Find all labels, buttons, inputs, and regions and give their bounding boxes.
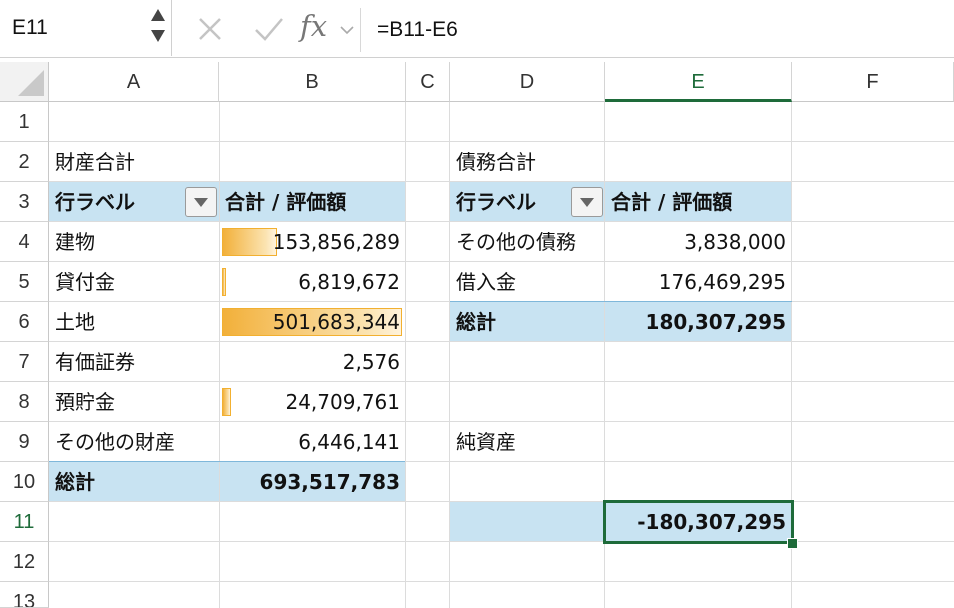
right-pivot-total-value[interactable]: 180,307,295 <box>605 302 792 342</box>
row-header-11[interactable]: 11 <box>0 502 49 542</box>
active-cell-selection[interactable] <box>603 500 794 544</box>
row-header-13[interactable]: 13 <box>0 582 49 608</box>
name-box-up-arrow-icon[interactable] <box>150 8 166 22</box>
chevron-down-icon[interactable] <box>340 25 354 35</box>
left-pivot-item-label[interactable]: その他の財産 <box>49 422 219 462</box>
column-header-c[interactable]: C <box>406 62 450 102</box>
filter-dropdown-icon <box>194 198 208 207</box>
left-pivot-item-value[interactable]: 6,446,141 <box>219 422 406 462</box>
column-header-d[interactable]: D <box>450 62 605 102</box>
select-all-triangle-icon <box>18 70 44 96</box>
row-header-2[interactable]: 2 <box>0 142 49 182</box>
left-pivot-value-header[interactable]: 合計 / 評価額 <box>219 182 406 222</box>
select-all-corner[interactable] <box>0 62 49 102</box>
column-header-e[interactable]: E <box>605 62 792 102</box>
gridline <box>49 541 954 542</box>
left-pivot-title[interactable]: 財産合計 <box>49 142 219 182</box>
right-pivot-item-label[interactable]: 借入金 <box>450 262 605 302</box>
right-pivot-total-label[interactable]: 総計 <box>450 302 605 342</box>
left-pivot-filter-button[interactable] <box>185 187 217 217</box>
right-pivot-item-value[interactable]: 176,469,295 <box>605 262 792 302</box>
filter-dropdown-icon <box>580 198 594 207</box>
left-pivot-item-label[interactable]: 有価証券 <box>49 342 219 382</box>
row-header-4[interactable]: 4 <box>0 222 49 262</box>
gridline <box>49 581 954 582</box>
row-header-5[interactable]: 5 <box>0 262 49 302</box>
formula-bar-divider <box>0 57 954 58</box>
left-pivot-item-label[interactable]: 土地 <box>49 302 219 342</box>
formula-text: =B11-E6 <box>377 18 458 41</box>
right-pivot-item-label[interactable]: その他の債務 <box>450 222 605 262</box>
left-pivot-item-label[interactable]: 預貯金 <box>49 382 219 422</box>
net-assets-label[interactable]: 純資産 <box>450 422 605 462</box>
name-box-value: E11 <box>12 16 48 39</box>
name-box[interactable]: E11 <box>0 0 172 56</box>
insert-function-icon[interactable]: fx <box>300 9 327 43</box>
row-header-3[interactable]: 3 <box>0 182 49 222</box>
left-pivot-item-value[interactable]: 24,709,761 <box>219 382 406 422</box>
row-header-6[interactable]: 6 <box>0 302 49 342</box>
enter-check-icon[interactable] <box>254 16 284 42</box>
row-header-7[interactable]: 7 <box>0 342 49 382</box>
row-header-10[interactable]: 10 <box>0 462 49 502</box>
formula-input[interactable]: =B11-E6 <box>360 8 954 52</box>
right-pivot-title[interactable]: 債務合計 <box>450 142 605 182</box>
left-pivot-item-value[interactable]: 153,856,289 <box>219 222 406 262</box>
left-pivot-item-value[interactable]: 501,683,344 <box>219 302 406 342</box>
left-pivot-item-label[interactable]: 貸付金 <box>49 262 219 302</box>
column-header-a[interactable]: A <box>49 62 219 102</box>
worksheet-grid[interactable]: A B C D E F 1 2 3 4 5 6 7 8 9 10 11 12 1… <box>0 62 954 608</box>
left-pivot-total-value[interactable]: 693,517,783 <box>219 462 406 502</box>
row-header-12[interactable]: 12 <box>0 542 49 582</box>
formula-bar-area: E11 fx =B11-E6 <box>0 0 954 62</box>
column-header-f[interactable]: F <box>792 62 954 102</box>
column-header-b[interactable]: B <box>219 62 406 102</box>
left-pivot-item-label[interactable]: 建物 <box>49 222 219 262</box>
name-box-down-arrow-icon[interactable] <box>150 29 166 43</box>
left-pivot-item-value[interactable]: 2,576 <box>219 342 406 382</box>
left-pivot-total-label[interactable]: 総計 <box>49 462 219 502</box>
fill-handle[interactable] <box>787 538 798 549</box>
row-header-9[interactable]: 9 <box>0 422 49 462</box>
right-pivot-filter-button[interactable] <box>571 187 603 217</box>
cancel-icon[interactable] <box>197 16 223 42</box>
row-header-8[interactable]: 8 <box>0 382 49 422</box>
row-header-1[interactable]: 1 <box>0 102 49 142</box>
right-pivot-value-header[interactable]: 合計 / 評価額 <box>605 182 792 222</box>
right-pivot-item-value[interactable]: 3,838,000 <box>605 222 792 262</box>
left-pivot-item-value[interactable]: 6,819,672 <box>219 262 406 302</box>
